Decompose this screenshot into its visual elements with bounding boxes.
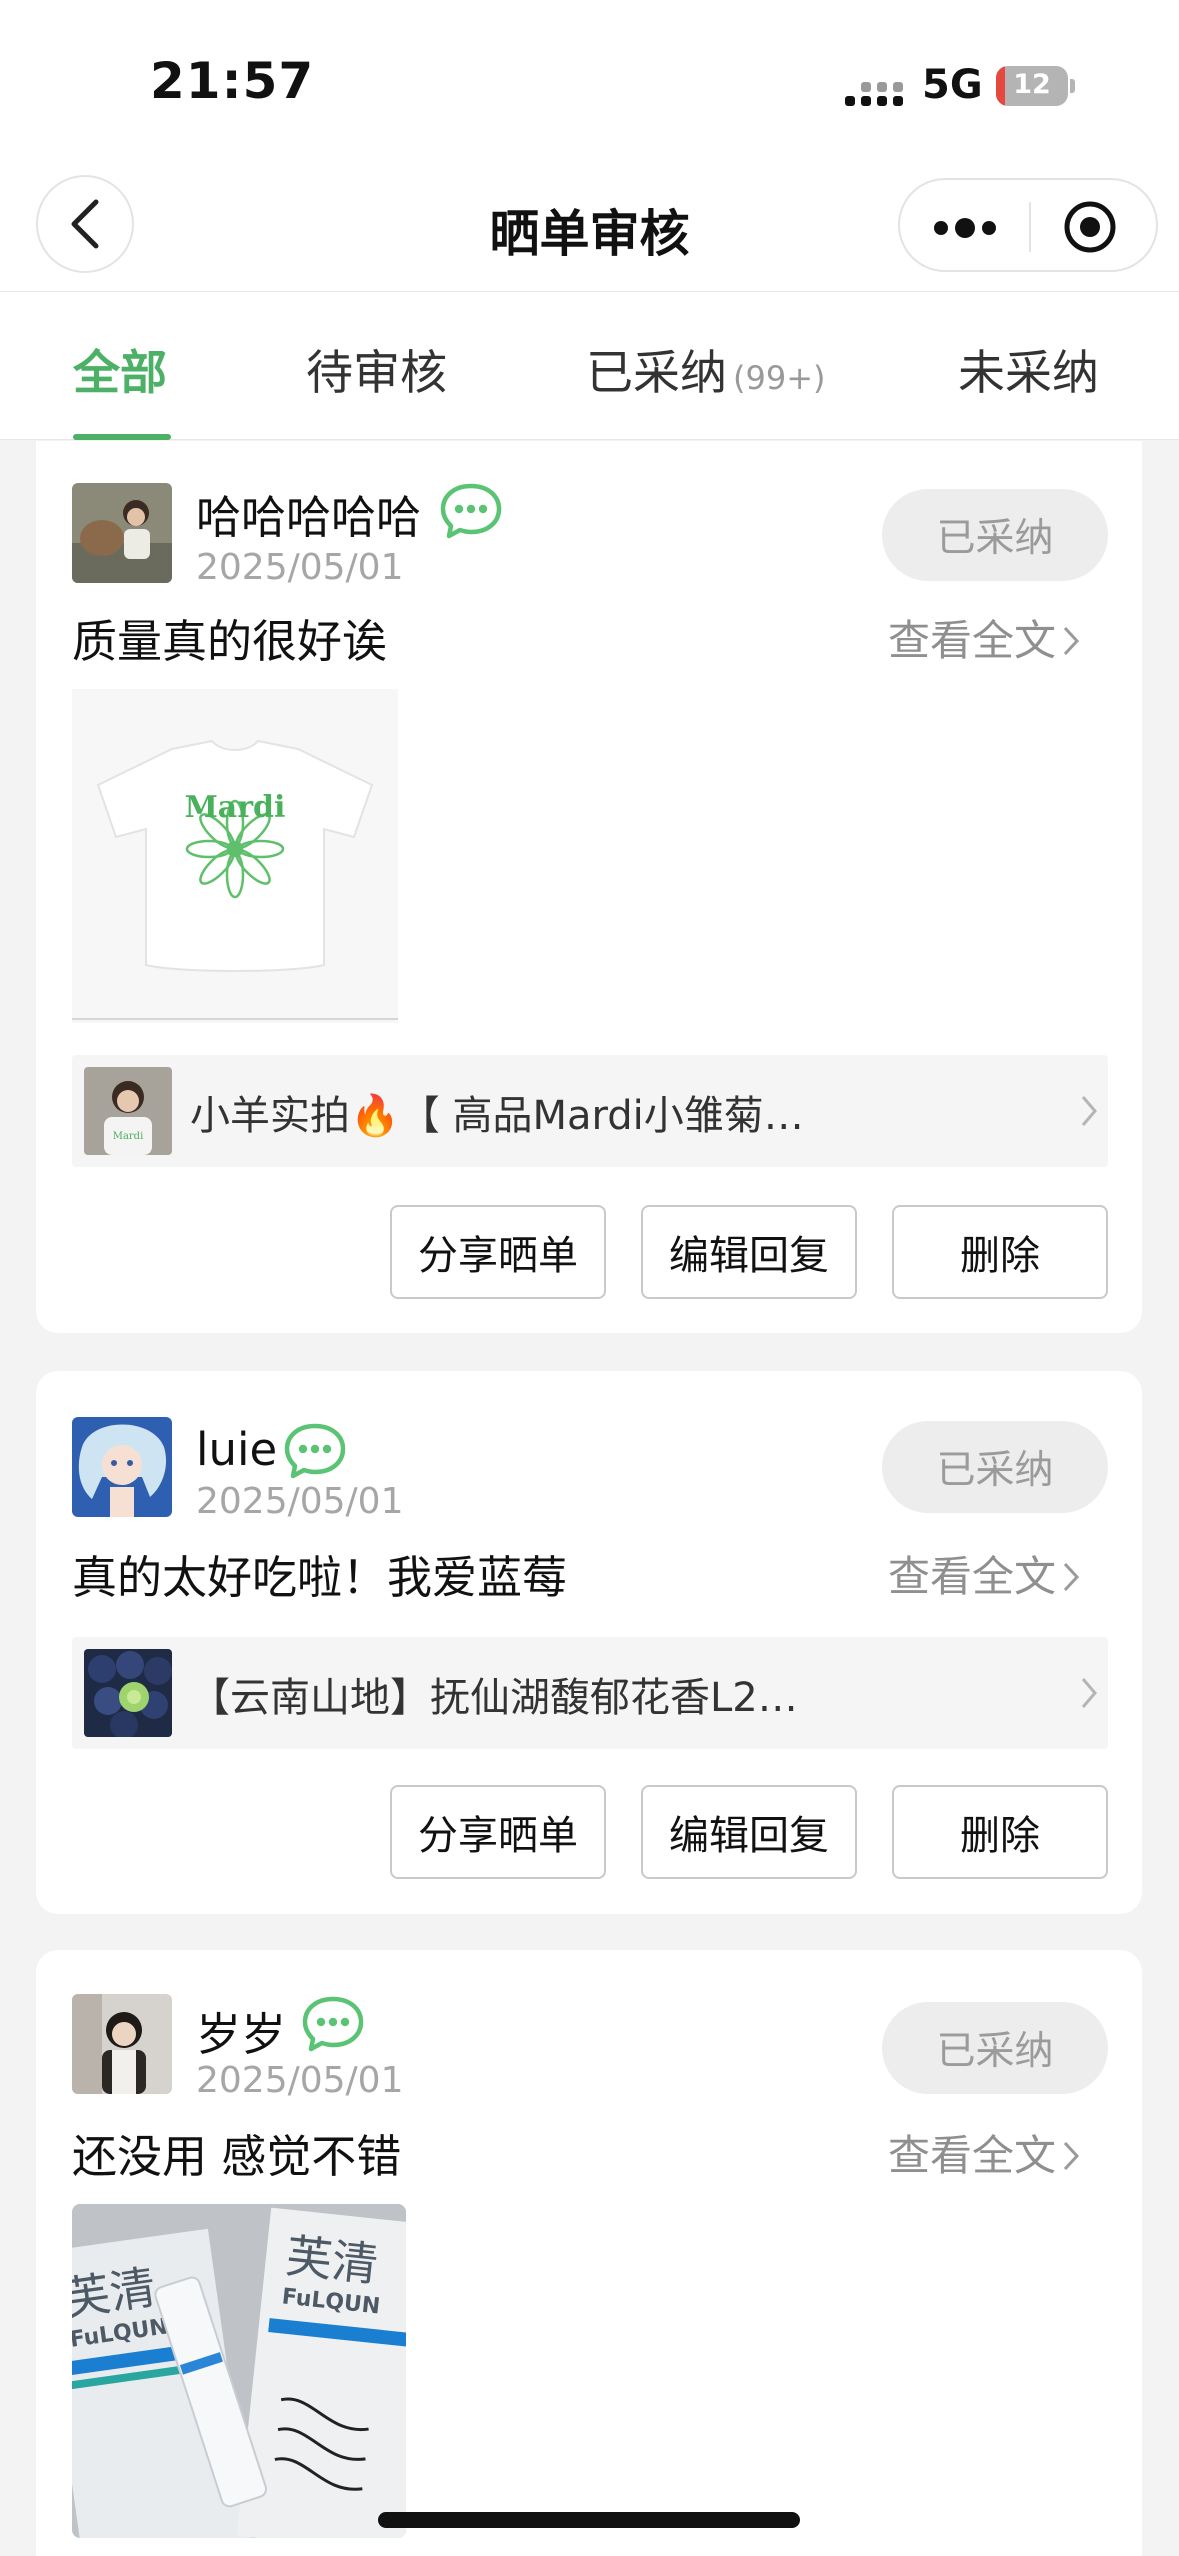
tab-adopted[interactable]: 已采纳 (99+) — [586, 334, 826, 403]
adopted-status-button[interactable]: 已采纳 — [882, 2002, 1108, 2094]
svg-text:Mardi: Mardi — [113, 1131, 144, 1142]
username: 岁岁 — [196, 2008, 287, 2061]
adopted-status-button[interactable]: 已采纳 — [882, 489, 1108, 581]
view-full-link[interactable]: 查看全文 — [888, 607, 1080, 668]
review-photo[interactable]: 芙清 FuLQUN 芙清 FuLQUN — [72, 2204, 406, 2538]
review-date: 2025/05/01 — [196, 1481, 404, 1522]
username: luie — [196, 1423, 278, 1476]
battery-percent: 12 — [1013, 69, 1051, 100]
view-full-label: 查看全文 — [888, 1552, 1057, 1601]
product-link[interactable]: Mardi 小羊实拍🔥【 高品Mardi小雏菊… — [72, 1055, 1108, 1167]
network-type: 5G — [922, 62, 983, 108]
review-card: 哈哈哈哈哈 2025/05/01 已采纳 质量真的很好诶 查看全文 Mardi … — [36, 441, 1142, 1333]
review-photo[interactable]: Mardi — [72, 689, 398, 1023]
tab-adopted-label: 已采纳 — [586, 346, 727, 401]
signal-icon — [845, 82, 903, 106]
tab-not-adopted[interactable]: 未采纳 — [958, 334, 1099, 403]
view-full-label: 查看全文 — [888, 2131, 1057, 2180]
header-area: 21:57 5G 12 晒单审核 全部 待审核 已采纳 (99+) 未采纳 — [0, 0, 1179, 440]
card-actions: 分享晒单 编辑回复 删除 — [36, 1205, 1142, 1299]
review-date: 2025/05/01 — [196, 547, 404, 588]
avatar — [72, 1994, 172, 2094]
svg-text:芙清: 芙清 — [283, 2229, 380, 2292]
card-actions: 分享晒单 编辑回复 删除 — [36, 1785, 1142, 1879]
tab-bar: 全部 待审核 已采纳 (99+) 未采纳 — [0, 292, 1179, 440]
share-review-button[interactable]: 分享晒单 — [390, 1205, 606, 1299]
nav-bar: 晒单审核 — [0, 160, 1179, 292]
chat-bubble-icon[interactable] — [300, 1994, 366, 2054]
more-icon[interactable] — [930, 208, 1000, 248]
target-icon[interactable] — [1063, 200, 1117, 254]
app: 21:57 5G 12 晒单审核 全部 待审核 已采纳 (99+) 未采纳 哈哈… — [0, 0, 1179, 2556]
status-bar: 21:57 5G 12 — [0, 0, 1179, 160]
edit-reply-button[interactable]: 编辑回复 — [641, 1205, 857, 1299]
delete-button[interactable]: 删除 — [892, 1785, 1108, 1879]
avatar — [72, 483, 172, 583]
view-full-link[interactable]: 查看全文 — [888, 2122, 1080, 2183]
chevron-right-icon — [1063, 626, 1080, 656]
chevron-right-icon — [1063, 1562, 1080, 1592]
view-full-link[interactable]: 查看全文 — [888, 1543, 1080, 1604]
product-title: 小羊实拍🔥【 高品Mardi小雏菊… — [190, 1093, 804, 1139]
battery-icon: 12 — [996, 66, 1075, 106]
active-tab-indicator — [73, 434, 171, 440]
product-link[interactable]: 【云南山地】抚仙湖馥郁花香L2… — [72, 1637, 1108, 1749]
tab-pending[interactable]: 待审核 — [306, 334, 447, 403]
view-full-label: 查看全文 — [888, 616, 1057, 665]
product-thumbnail: Mardi — [84, 1067, 172, 1155]
review-content: 质量真的很好诶 — [72, 615, 388, 668]
status-time: 21:57 — [150, 52, 315, 110]
share-review-button[interactable]: 分享晒单 — [390, 1785, 606, 1879]
product-title: 【云南山地】抚仙湖馥郁花香L2… — [190, 1675, 798, 1721]
product-thumbnail — [84, 1649, 172, 1737]
chevron-right-icon — [1081, 1096, 1097, 1126]
tab-all[interactable]: 全部 — [73, 334, 167, 403]
chat-bubble-icon[interactable] — [282, 1421, 348, 1481]
mini-program-capsule — [898, 178, 1158, 272]
home-indicator — [378, 2512, 800, 2528]
delete-button[interactable]: 删除 — [892, 1205, 1108, 1299]
review-content: 还没用 感觉不错 — [72, 2130, 402, 2183]
photo-brand-text: Mardi — [185, 790, 286, 825]
chat-bubble-icon[interactable] — [438, 481, 504, 541]
review-card: luie 2025/05/01 已采纳 真的太好吃啦！我爱蓝莓 查看全文 【云南… — [36, 1371, 1142, 1914]
chevron-right-icon — [1081, 1678, 1097, 1708]
adopted-status-button[interactable]: 已采纳 — [882, 1421, 1108, 1513]
chevron-right-icon — [1063, 2141, 1080, 2171]
avatar — [72, 1417, 172, 1517]
review-date: 2025/05/01 — [196, 2060, 404, 2101]
edit-reply-button[interactable]: 编辑回复 — [641, 1785, 857, 1879]
tab-adopted-count: (99+) — [733, 359, 826, 397]
username: 哈哈哈哈哈 — [196, 491, 422, 544]
review-card: 岁岁 2025/05/01 已采纳 还没用 感觉不错 查看全文 芙清 FuLQU… — [36, 1950, 1142, 2556]
review-content: 真的太好吃啦！我爱蓝莓 — [72, 1551, 568, 1604]
